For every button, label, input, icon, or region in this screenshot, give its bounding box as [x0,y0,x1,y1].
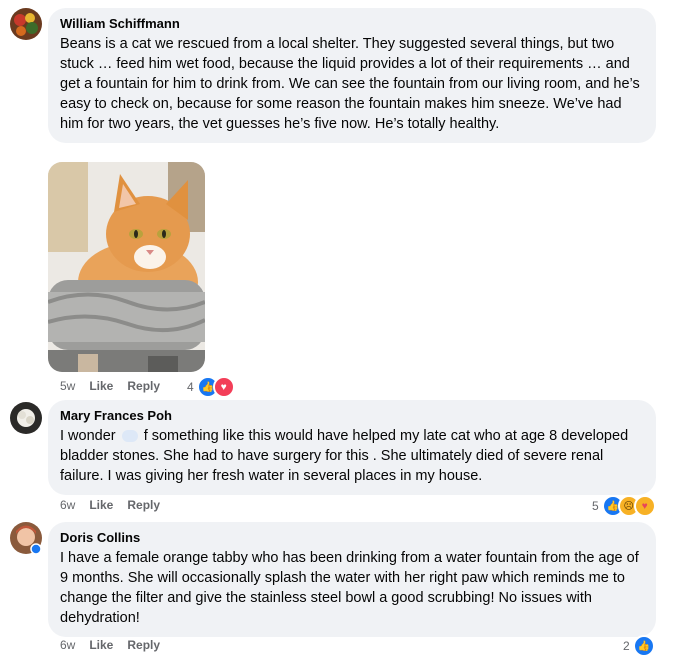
care-icon: ♥ [633,495,656,517]
avatar[interactable] [10,402,42,434]
reaction-count: 4 [187,380,194,394]
comment-actions: 6w Like Reply [60,498,160,512]
attached-cat-photo[interactable] [48,162,205,372]
avatar[interactable] [10,522,42,555]
comment-actions: 5w Like Reply [60,379,160,393]
reaction-summary[interactable]: 2 👍 [623,635,655,657]
reply-button[interactable]: Reply [127,379,160,393]
avatar[interactable] [10,8,42,40]
comment-author[interactable]: William Schiffmann [60,16,644,32]
comment-text: I wonder f something like this would hav… [60,426,644,486]
reaction-summary[interactable]: 4 👍 ♥ [187,376,235,398]
like-button[interactable]: Like [89,379,113,393]
reply-button[interactable]: Reply [127,638,160,652]
like-button[interactable]: Like [89,638,113,652]
love-icon: ♥ [212,376,235,398]
comment-text-end: f something like this would have helped … [60,428,629,484]
reply-button[interactable]: Reply [127,498,160,512]
comment-timestamp[interactable]: 6w [60,638,75,652]
reaction-count: 5 [592,499,599,513]
comment-author[interactable]: Doris Collins [60,530,644,546]
thought-bubble-emoji [121,430,138,443]
comment-bubble: Doris Collins I have a female orange tab… [48,522,656,637]
comment-text: I have a female orange tabby who has bee… [60,550,639,626]
like-icon: 👍 [632,635,655,657]
comment-timestamp[interactable]: 6w [60,498,75,512]
comment-timestamp[interactable]: 5w [60,379,75,393]
comment-actions: 6w Like Reply [60,638,160,652]
reaction-summary[interactable]: 5 👍 ☹ ♥ [592,495,656,517]
reaction-count: 2 [623,639,630,653]
comment-text-start: I wonder [60,428,116,444]
comment-author[interactable]: Mary Frances Poh [60,408,644,424]
comment-text: Beans is a cat we rescued from a local s… [60,36,640,132]
like-button[interactable]: Like [89,498,113,512]
comment-bubble: Mary Frances Poh I wonder f something li… [48,400,656,495]
comment-bubble: William Schiffmann Beans is a cat we res… [48,8,656,143]
